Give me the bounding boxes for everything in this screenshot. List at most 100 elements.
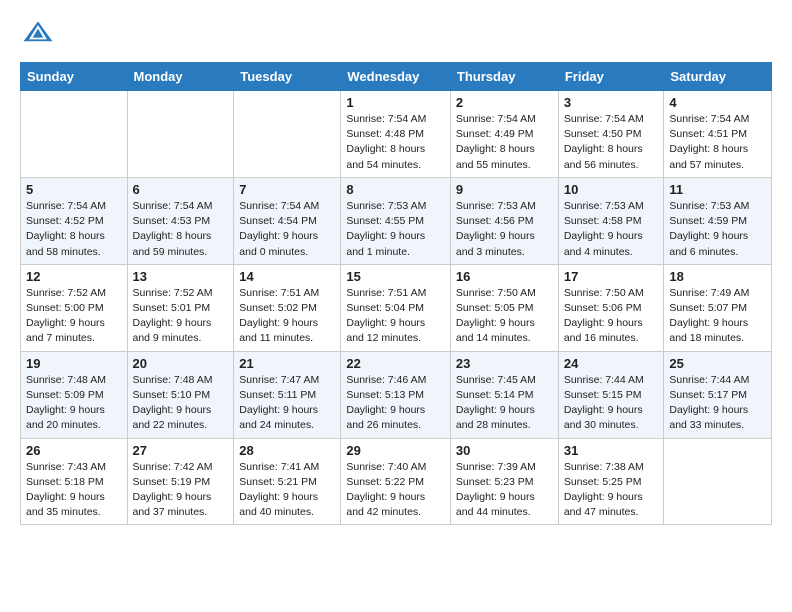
calendar-cell: 9 Sunrise: 7:53 AMSunset: 4:56 PMDaylight… — [450, 177, 558, 264]
weekday-wednesday: Wednesday — [341, 63, 451, 91]
calendar-cell: 16 Sunrise: 7:50 AMSunset: 5:05 PMDayligh… — [450, 264, 558, 351]
weekday-sunday: Sunday — [21, 63, 128, 91]
calendar-cell: 20 Sunrise: 7:48 AMSunset: 5:10 PMDayligh… — [127, 351, 234, 438]
day-content: Sunrise: 7:50 AMSunset: 5:05 PMDaylight:… — [456, 286, 553, 347]
calendar-cell: 25Sunrise: 7:44 AMSunset: 5:17 PMDayligh… — [664, 351, 772, 438]
weekday-header-row: SundayMondayTuesdayWednesdayThursdayFrid… — [21, 63, 772, 91]
day-number: 28 — [239, 443, 335, 458]
day-content: Sunrise: 7:45 AMSunset: 5:14 PMDaylight:… — [456, 373, 553, 434]
day-number: 21 — [239, 356, 335, 371]
calendar-cell: 11 Sunrise: 7:53 AMSunset: 4:59 PMDayligh… — [664, 177, 772, 264]
day-content: Sunrise: 7:53 AMSunset: 4:59 PMDaylight:… — [669, 199, 766, 260]
day-number: 18 — [669, 269, 766, 284]
day-content: Sunrise: 7:52 AMSunset: 5:01 PMDaylight:… — [133, 286, 229, 347]
weekday-thursday: Thursday — [450, 63, 558, 91]
day-content: Sunrise: 7:48 AMSunset: 5:10 PMDaylight:… — [133, 373, 229, 434]
day-content: Sunrise: 7:46 AMSunset: 5:13 PMDaylight:… — [346, 373, 445, 434]
day-number: 13 — [133, 269, 229, 284]
day-content: Sunrise: 7:54 AMSunset: 4:50 PMDaylight:… — [564, 112, 659, 173]
logo — [20, 16, 62, 52]
day-number: 5 — [26, 182, 122, 197]
day-number: 12 — [26, 269, 122, 284]
day-content: Sunrise: 7:49 AMSunset: 5:07 PMDaylight:… — [669, 286, 766, 347]
day-content: Sunrise: 7:50 AMSunset: 5:06 PMDaylight:… — [564, 286, 659, 347]
day-number: 4 — [669, 95, 766, 110]
weekday-tuesday: Tuesday — [234, 63, 341, 91]
weekday-monday: Monday — [127, 63, 234, 91]
day-number: 16 — [456, 269, 553, 284]
day-content: Sunrise: 7:42 AMSunset: 5:19 PMDaylight:… — [133, 460, 229, 521]
day-number: 6 — [133, 182, 229, 197]
day-number: 3 — [564, 95, 659, 110]
day-number: 20 — [133, 356, 229, 371]
day-number: 30 — [456, 443, 553, 458]
day-number: 25 — [669, 356, 766, 371]
day-content: Sunrise: 7:53 AMSunset: 4:55 PMDaylight:… — [346, 199, 445, 260]
calendar-cell: 21Sunrise: 7:47 AMSunset: 5:11 PMDayligh… — [234, 351, 341, 438]
calendar-cell — [21, 91, 128, 178]
day-content: Sunrise: 7:51 AMSunset: 5:04 PMDaylight:… — [346, 286, 445, 347]
day-content: Sunrise: 7:44 AMSunset: 5:15 PMDaylight:… — [564, 373, 659, 434]
calendar-cell: 22 Sunrise: 7:46 AMSunset: 5:13 PMDayligh… — [341, 351, 451, 438]
day-content: Sunrise: 7:39 AMSunset: 5:23 PMDaylight:… — [456, 460, 553, 521]
calendar-cell: 14 Sunrise: 7:51 AMSunset: 5:02 PMDayligh… — [234, 264, 341, 351]
calendar-cell: 5 Sunrise: 7:54 AMSunset: 4:52 PMDaylight… — [21, 177, 128, 264]
calendar-cell: 24 Sunrise: 7:44 AMSunset: 5:15 PMDayligh… — [558, 351, 664, 438]
calendar-cell — [234, 91, 341, 178]
day-content: Sunrise: 7:54 AMSunset: 4:52 PMDaylight:… — [26, 199, 122, 260]
day-number: 23 — [456, 356, 553, 371]
calendar-table: SundayMondayTuesdayWednesdayThursdayFrid… — [20, 62, 772, 525]
calendar-cell: 23 Sunrise: 7:45 AMSunset: 5:14 PMDayligh… — [450, 351, 558, 438]
day-number: 17 — [564, 269, 659, 284]
page: SundayMondayTuesdayWednesdayThursdayFrid… — [0, 0, 792, 541]
calendar-cell: 15 Sunrise: 7:51 AMSunset: 5:04 PMDayligh… — [341, 264, 451, 351]
day-content: Sunrise: 7:40 AMSunset: 5:22 PMDaylight:… — [346, 460, 445, 521]
calendar-cell: 19 Sunrise: 7:48 AMSunset: 5:09 PMDayligh… — [21, 351, 128, 438]
day-content: Sunrise: 7:48 AMSunset: 5:09 PMDaylight:… — [26, 373, 122, 434]
calendar-cell: 30 Sunrise: 7:39 AMSunset: 5:23 PMDayligh… — [450, 438, 558, 525]
calendar-cell: 10Sunrise: 7:53 AMSunset: 4:58 PMDayligh… — [558, 177, 664, 264]
calendar-cell: 2Sunrise: 7:54 AMSunset: 4:49 PMDaylight… — [450, 91, 558, 178]
day-content: Sunrise: 7:38 AMSunset: 5:25 PMDaylight:… — [564, 460, 659, 521]
day-number: 11 — [669, 182, 766, 197]
calendar-cell: 29Sunrise: 7:40 AMSunset: 5:22 PMDayligh… — [341, 438, 451, 525]
day-content: Sunrise: 7:54 AMSunset: 4:48 PMDaylight:… — [346, 112, 445, 173]
day-number: 15 — [346, 269, 445, 284]
day-number: 10 — [564, 182, 659, 197]
header — [20, 16, 772, 52]
week-row-1: 1Sunrise: 7:54 AMSunset: 4:48 PMDaylight… — [21, 91, 772, 178]
day-content: Sunrise: 7:54 AMSunset: 4:53 PMDaylight:… — [133, 199, 229, 260]
calendar-cell: 6 Sunrise: 7:54 AMSunset: 4:53 PMDaylight… — [127, 177, 234, 264]
week-row-2: 5 Sunrise: 7:54 AMSunset: 4:52 PMDaylight… — [21, 177, 772, 264]
week-row-3: 12 Sunrise: 7:52 AMSunset: 5:00 PMDayligh… — [21, 264, 772, 351]
calendar-cell: 8 Sunrise: 7:53 AMSunset: 4:55 PMDaylight… — [341, 177, 451, 264]
calendar-cell: 3 Sunrise: 7:54 AMSunset: 4:50 PMDaylight… — [558, 91, 664, 178]
day-content: Sunrise: 7:51 AMSunset: 5:02 PMDaylight:… — [239, 286, 335, 347]
day-number: 14 — [239, 269, 335, 284]
day-number: 31 — [564, 443, 659, 458]
calendar-cell: 4 Sunrise: 7:54 AMSunset: 4:51 PMDaylight… — [664, 91, 772, 178]
day-number: 22 — [346, 356, 445, 371]
day-number: 26 — [26, 443, 122, 458]
day-number: 27 — [133, 443, 229, 458]
day-content: Sunrise: 7:54 AMSunset: 4:49 PMDaylight:… — [456, 112, 553, 173]
logo-icon — [20, 16, 56, 52]
day-number: 19 — [26, 356, 122, 371]
week-row-4: 19 Sunrise: 7:48 AMSunset: 5:09 PMDayligh… — [21, 351, 772, 438]
day-content: Sunrise: 7:54 AMSunset: 4:51 PMDaylight:… — [669, 112, 766, 173]
calendar-cell: 1Sunrise: 7:54 AMSunset: 4:48 PMDaylight… — [341, 91, 451, 178]
weekday-friday: Friday — [558, 63, 664, 91]
day-number: 8 — [346, 182, 445, 197]
day-content: Sunrise: 7:53 AMSunset: 4:56 PMDaylight:… — [456, 199, 553, 260]
calendar-cell: 13 Sunrise: 7:52 AMSunset: 5:01 PMDayligh… — [127, 264, 234, 351]
calendar-cell: 27 Sunrise: 7:42 AMSunset: 5:19 PMDayligh… — [127, 438, 234, 525]
day-number: 9 — [456, 182, 553, 197]
calendar-cell: 17 Sunrise: 7:50 AMSunset: 5:06 PMDayligh… — [558, 264, 664, 351]
day-number: 24 — [564, 356, 659, 371]
calendar-cell: 26Sunrise: 7:43 AMSunset: 5:18 PMDayligh… — [21, 438, 128, 525]
calendar-cell: 31 Sunrise: 7:38 AMSunset: 5:25 PMDayligh… — [558, 438, 664, 525]
day-number: 7 — [239, 182, 335, 197]
calendar-cell — [664, 438, 772, 525]
day-content: Sunrise: 7:52 AMSunset: 5:00 PMDaylight:… — [26, 286, 122, 347]
calendar-cell — [127, 91, 234, 178]
